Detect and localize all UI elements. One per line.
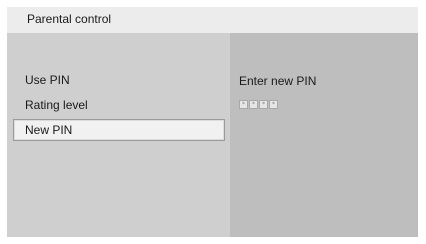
menu-list: Use PIN Rating level New PIN xyxy=(7,33,230,237)
pin-digit[interactable]: * xyxy=(259,100,268,109)
menu-item-label: Use PIN xyxy=(25,73,70,87)
menu-header: Parental control xyxy=(7,7,418,33)
pin-entry[interactable]: * * * * xyxy=(239,100,278,109)
enter-pin-label: Enter new PIN xyxy=(239,74,317,88)
menu-item-rating-level[interactable]: Rating level xyxy=(13,95,225,117)
pin-digit[interactable]: * xyxy=(239,100,248,109)
detail-pane: Enter new PIN * * * * xyxy=(230,33,418,237)
menu-item-label: New PIN xyxy=(25,123,73,137)
tv-menu-screen: Parental control Use PIN Rating level Ne… xyxy=(7,7,418,237)
menu-item-use-pin[interactable]: Use PIN xyxy=(13,70,225,92)
menu-item-label: Rating level xyxy=(25,98,88,112)
page-title: Parental control xyxy=(27,12,112,26)
pin-digit[interactable]: * xyxy=(249,100,258,109)
pin-digit[interactable]: * xyxy=(269,100,278,109)
menu-item-new-pin[interactable]: New PIN xyxy=(13,119,225,141)
